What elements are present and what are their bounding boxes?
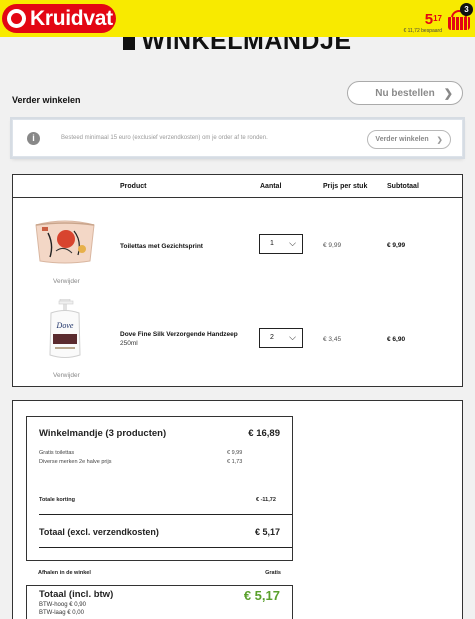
chevron-right-icon: ❯: [443, 88, 453, 100]
top-header: Kruidvat 517 € 11,72 bespaard 3: [0, 0, 475, 37]
summary-divider: [39, 547, 292, 548]
chevron-down-icon: ⌵: [289, 332, 296, 342]
order-summary-panel: Winkelmandje (3 producten) € 16,89 Grati…: [12, 400, 463, 619]
pickup-row: Afhalen in de winkel Gratis: [26, 561, 293, 585]
total-discount-label: Totale korting: [39, 497, 75, 503]
grand-total-label: Totaal (incl. btw): [39, 589, 114, 600]
product-size: 250ml: [120, 340, 138, 347]
pickup-label: Afhalen in de winkel: [38, 570, 91, 576]
table-header: Product Aantal Prijs per stuk Subtotaal: [13, 175, 462, 198]
basket-count-badge: 3: [460, 3, 473, 16]
product-image-toiletry-bag[interactable]: [30, 215, 100, 267]
discount-line-value: € 1,73: [227, 459, 243, 465]
product-name[interactable]: Dove Fine Silk Verzorgende Handzeep 250m…: [120, 330, 238, 348]
row-subtotal: € 6,90: [387, 336, 406, 343]
kruidvat-logo[interactable]: Kruidvat: [2, 4, 116, 33]
total-excl-value: € 5,17: [254, 527, 280, 537]
continue-shopping-button[interactable]: Verder winkelen ❯: [367, 130, 451, 149]
table-row: Dove Verwijder Dove Fine Silk Verzorgend…: [13, 293, 462, 385]
chevron-down-icon: ⌵: [289, 238, 296, 248]
table-row: Verwijder Toilettas met Gezichtsprint 1 …: [13, 199, 462, 291]
grand-total-value: € 5,17: [243, 588, 280, 603]
quantity-select[interactable]: 2 ⌵: [259, 328, 303, 348]
unit-price: € 3,45: [323, 336, 342, 343]
discount-line: Gratis toilettas: [39, 450, 75, 456]
col-product: Product: [120, 183, 147, 190]
total-discount-value: € -11,72: [256, 497, 276, 503]
remove-link[interactable]: Verwijder: [53, 372, 80, 379]
quantity-select[interactable]: 1 ⌵: [259, 234, 303, 254]
dove-brand-text: Dove: [56, 321, 74, 330]
shopping-basket-icon[interactable]: 3: [447, 3, 473, 32]
pickup-value: Gratis: [265, 570, 281, 576]
logo-mark-icon: [7, 9, 26, 28]
basket-summary: Winkelmandje (3 producten) € 16,89 Grati…: [26, 416, 293, 561]
unit-price: € 9,99: [323, 242, 342, 249]
summary-title: Winkelmandje (3 producten): [39, 428, 167, 439]
continue-shopping-link[interactable]: Verder winkelen: [12, 95, 81, 105]
notice-text: Besteed minimaal 15 euro (exclusief verz…: [61, 135, 268, 141]
discount-line-value: € 9,99: [227, 450, 243, 456]
col-subtotal: Subtotaal: [387, 183, 419, 190]
col-unit-price: Prijs per stuk: [323, 183, 368, 190]
price-main: 5: [424, 11, 434, 28]
saved-text: € 11,72 bespaard: [403, 28, 442, 34]
discount-line: Diverse merken 2e halve prijs: [39, 459, 112, 465]
minimum-order-notice: i Besteed minimaal 15 euro (exclusief ve…: [12, 119, 463, 157]
row-subtotal: € 9,99: [387, 242, 406, 249]
remove-link[interactable]: Verwijder: [53, 278, 80, 285]
col-quantity: Aantal: [260, 183, 282, 190]
order-now-button[interactable]: Nu bestellen ❯: [347, 81, 463, 105]
grand-total-box: Totaal (incl. btw) € 5,17 BTW-hoog € 0,9…: [26, 585, 293, 619]
summary-divider: [39, 514, 292, 515]
total-excl-label: Totaal (excl. verzendkosten): [39, 527, 159, 537]
vat-low: BTW-laag € 0,00: [39, 610, 84, 616]
summary-subtotal: € 16,89: [248, 428, 280, 439]
product-name[interactable]: Toilettas met Gezichtsprint: [120, 242, 203, 251]
logo-text: Kruidvat: [30, 6, 113, 30]
chevron-right-icon: ❯: [436, 136, 443, 144]
header-basket-total[interactable]: 517 € 11,72 bespaard: [403, 12, 442, 34]
vat-high: BTW-hoog € 0,90: [39, 602, 86, 608]
product-image-dove-handsoap[interactable]: Dove: [30, 298, 100, 361]
info-icon: i: [27, 132, 40, 145]
products-table: Product Aantal Prijs per stuk Subtotaal …: [12, 174, 463, 387]
basket-title-icon: [123, 37, 136, 50]
price-cents: 17: [433, 14, 442, 23]
